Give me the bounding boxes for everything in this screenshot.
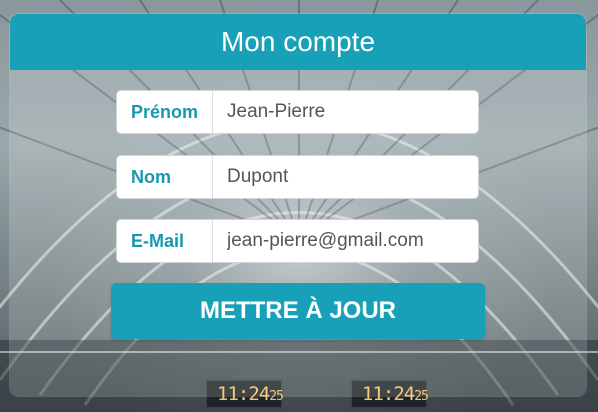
last-name-input[interactable] xyxy=(213,156,478,198)
last-name-field: Nom xyxy=(116,155,479,199)
account-card: Mon compte Prénom Nom E-Mail METTRE À JO… xyxy=(10,14,586,396)
update-button[interactable]: METTRE À JOUR xyxy=(111,283,485,339)
last-name-label: Nom xyxy=(117,156,213,198)
page-title: Mon compte xyxy=(220,26,376,57)
email-field: E-Mail xyxy=(116,219,479,263)
first-name-field: Prénom xyxy=(116,90,479,134)
first-name-label: Prénom xyxy=(117,91,213,133)
first-name-input[interactable] xyxy=(213,91,478,133)
card-header: Mon compte xyxy=(10,14,586,70)
email-input[interactable] xyxy=(213,220,478,262)
email-label: E-Mail xyxy=(117,220,213,262)
